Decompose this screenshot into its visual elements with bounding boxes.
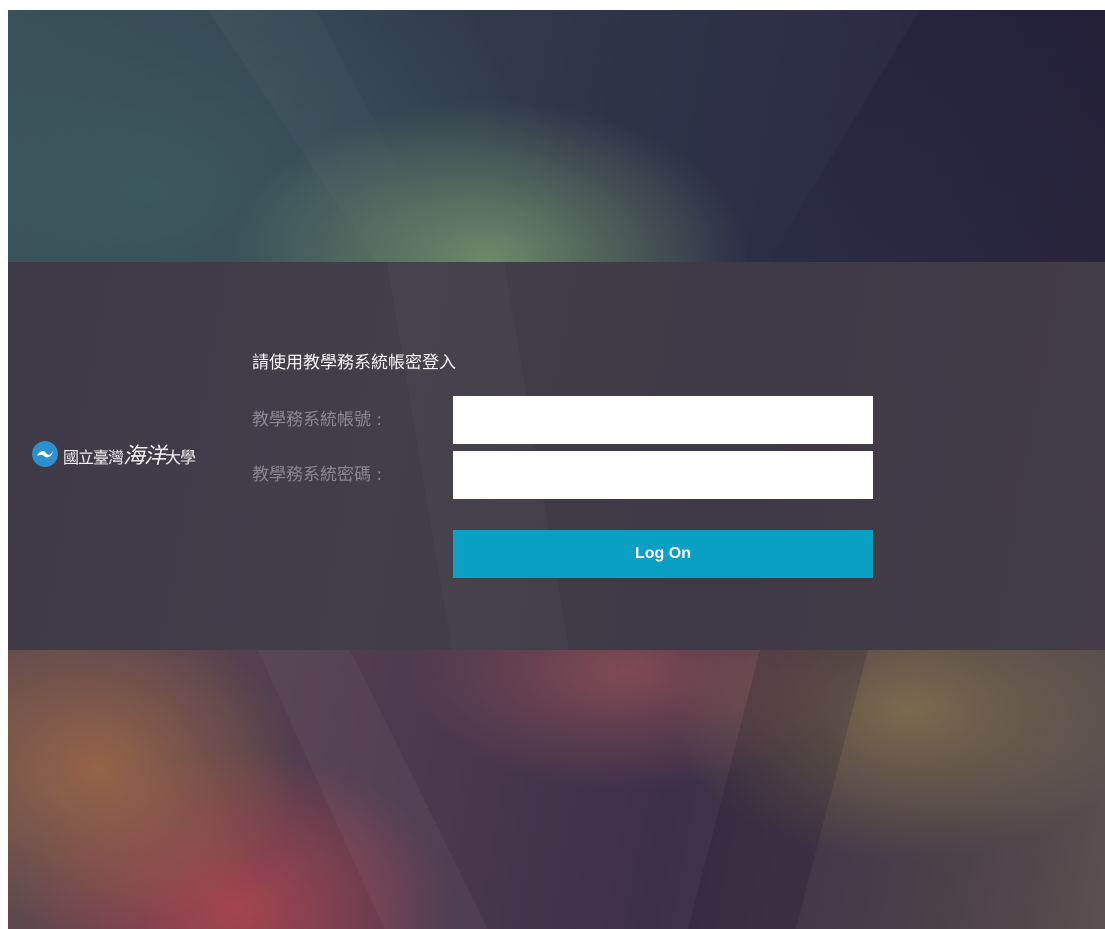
login-form: 請使用教學務系統帳密登入 教學務系統帳號 : 教學務系統密碼 : Log On [252,350,892,578]
account-label: 教學務系統帳號 : [252,410,383,430]
login-page: 國立臺灣海洋大學 請使用教學務系統帳密登入 教學務系統帳號 : 教學務系統密碼 … [8,10,1105,929]
background-bottom [8,650,1105,929]
light-beam [258,650,488,929]
logo-text-big: 海洋 [123,444,166,469]
account-row: 教學務系統帳號 : [252,396,873,444]
background-top [8,10,1105,262]
light-beam [208,10,448,262]
login-prompt: 請使用教學務系統帳密登入 [252,353,456,373]
logo-text-suffix: 大學 [165,448,196,467]
logo-text-prefix: 國立臺灣 [63,448,124,467]
password-label: 教學務系統密碼 : [252,465,383,485]
university-logo: 國立臺灣海洋大學 [32,434,232,474]
light-beam [768,10,1105,262]
wave-emblem-icon [32,441,58,467]
university-name: 國立臺灣海洋大學 [63,438,196,470]
light-beam [688,650,868,929]
password-row: 教學務系統密碼 : [252,451,873,499]
password-input[interactable] [453,451,873,499]
log-on-button[interactable]: Log On [453,530,873,578]
account-input[interactable] [453,396,873,444]
